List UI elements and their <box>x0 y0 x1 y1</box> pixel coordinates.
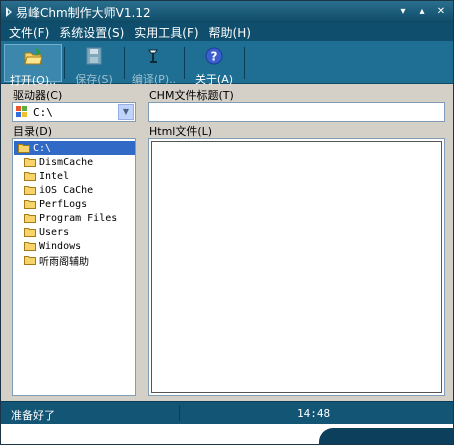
folder-icon <box>24 242 36 251</box>
drive-label: 驱动器(C) <box>13 89 63 102</box>
app-icon <box>6 7 12 17</box>
save-disk-icon <box>86 47 102 65</box>
open-folder-icon <box>18 144 30 153</box>
status-text: 准备好了 <box>11 409 55 422</box>
menu-help[interactable]: 帮助(H) <box>209 24 251 41</box>
open-folder-icon <box>24 48 43 65</box>
compile-label: 编译(P).. <box>131 73 177 86</box>
chevron-down-icon[interactable]: ▼ <box>118 104 134 120</box>
toolbar: 打开(O).. 保存(S) 编译(P).. ? 关于(A) <box>1 41 453 87</box>
folder-icon <box>24 158 36 167</box>
tree-item-label: Intel <box>39 170 70 182</box>
chm-title-label: CHM文件标题(T) <box>149 89 234 102</box>
save-button[interactable]: 保存(S) <box>65 44 123 86</box>
drive-select[interactable]: C:\ ▼ <box>12 102 136 122</box>
tree-item-label: 听雨阁辅助 <box>39 256 89 268</box>
tree-item-label: Program Files <box>39 212 118 224</box>
folder-icon <box>24 214 36 223</box>
close-button[interactable]: ✕ <box>433 4 449 20</box>
window-controls: ▾ ▴ ✕ <box>395 4 449 20</box>
tree-item[interactable]: iOS CaChe <box>24 183 93 197</box>
main-window: 易峰Chm制作大师V1.12 ▾ ▴ ✕ 文件(F) 系统设置(S) 实用工具(… <box>0 0 454 445</box>
tree-item-label: Windows <box>39 240 82 252</box>
tree-item[interactable]: PerfLogs <box>24 197 87 211</box>
html-files-label: Html文件(L) <box>149 125 213 138</box>
tree-item[interactable]: Intel <box>24 169 69 183</box>
status-separator <box>179 405 180 421</box>
folder-icon <box>24 200 36 209</box>
tree-item-label: DismCache <box>39 156 94 168</box>
menu-bar: 文件(F) 系统设置(S) 实用工具(F) 帮助(H) <box>1 23 453 41</box>
tree-item[interactable]: 听雨阁辅助 <box>24 253 89 268</box>
window-title: 易峰Chm制作大师V1.12 <box>16 6 151 20</box>
directory-tree[interactable]: C:\ DismCache Intel iOS CaChe PerfLogs P… <box>12 138 136 396</box>
tree-item[interactable]: Program Files <box>24 211 117 225</box>
menu-settings[interactable]: 系统设置(S) <box>59 24 124 41</box>
about-button[interactable]: ? 关于(A) <box>185 44 243 86</box>
tree-root-item[interactable]: C:\ <box>18 141 51 155</box>
save-label: 保存(S) <box>75 73 113 86</box>
tree-item[interactable]: Windows <box>24 239 81 253</box>
svg-text:?: ? <box>211 50 218 64</box>
tree-root-label: C:\ <box>33 142 52 154</box>
collapse-button[interactable]: ▾ <box>395 4 411 20</box>
drive-icon <box>16 106 27 117</box>
open-label: 打开(O).. <box>9 74 57 87</box>
toolbar-separator <box>244 47 245 79</box>
folder-icon <box>24 172 36 181</box>
menu-file[interactable]: 文件(F) <box>9 24 49 41</box>
tree-item[interactable]: Users <box>24 225 69 239</box>
dir-label: 目录(D) <box>13 125 53 138</box>
minimize-button[interactable]: ▴ <box>414 4 430 20</box>
tree-item[interactable]: DismCache <box>24 155 93 169</box>
title-bar[interactable]: 易峰Chm制作大师V1.12 ▾ ▴ ✕ <box>1 1 453 23</box>
status-time: 14:48 <box>297 407 331 420</box>
html-file-list[interactable] <box>148 138 445 396</box>
compile-icon <box>148 49 158 63</box>
drive-value: C:\ <box>33 106 53 119</box>
chm-title-input[interactable] <box>148 102 445 122</box>
task-tab <box>319 428 453 444</box>
tree-item-label: Users <box>39 226 70 238</box>
about-label: 关于(A) <box>194 73 234 86</box>
html-file-list-inner <box>151 141 442 393</box>
open-button[interactable]: 打开(O).. <box>4 44 62 87</box>
tree-item-label: PerfLogs <box>39 198 88 210</box>
folder-icon <box>24 256 36 265</box>
folder-icon <box>24 228 36 237</box>
menu-tools[interactable]: 实用工具(F) <box>134 24 198 41</box>
help-icon: ? <box>205 47 223 65</box>
tree-item-label: iOS CaChe <box>39 184 94 196</box>
compile-button[interactable]: 编译(P).. <box>125 44 183 86</box>
folder-icon <box>24 186 36 195</box>
status-bar: 准备好了 14:48 <box>1 401 453 424</box>
